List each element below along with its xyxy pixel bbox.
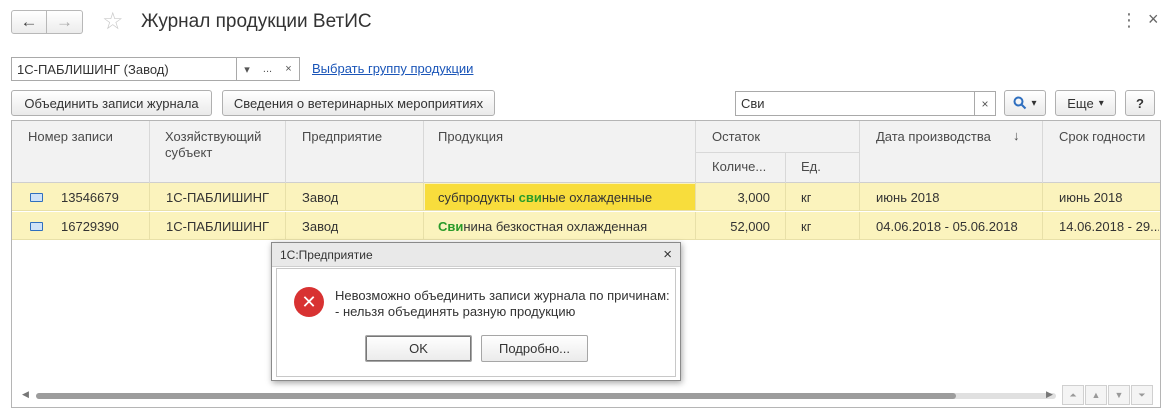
- first-page-icon[interactable]: ⏶: [1062, 385, 1084, 405]
- dialog-title: 1С:Предприятие: [280, 248, 373, 262]
- record-icon: [30, 193, 43, 202]
- forward-button[interactable]: →: [47, 10, 83, 34]
- details-button[interactable]: Подробно...: [481, 335, 588, 362]
- dialog-close-icon[interactable]: ×: [663, 246, 672, 263]
- product: Свинина безкостная охлажденная: [438, 219, 648, 234]
- column-product[interactable]: Продукция: [438, 129, 503, 145]
- unit: кг: [801, 219, 812, 234]
- organization-select-button[interactable]: ...: [257, 57, 279, 81]
- scroll-right-icon[interactable]: ▶: [1046, 389, 1053, 400]
- entity: 1С-ПАБЛИШИНГ: [166, 190, 270, 205]
- more-actions-icon[interactable]: ⋮: [1120, 10, 1139, 31]
- dialog-message: Невозможно объединить записи журнала по …: [335, 288, 670, 320]
- organization-field[interactable]: 1С-ПАБЛИШИНГ (Завод): [11, 57, 237, 81]
- vet-info-button[interactable]: Сведения о ветеринарных мероприятиях: [222, 90, 495, 116]
- expiry: 14.06.2018 - 29...: [1059, 219, 1159, 234]
- entity: 1С-ПАБЛИШИНГ: [166, 219, 270, 234]
- expiry: июнь 2018: [1059, 190, 1123, 205]
- dialog-title-bar: 1С:Предприятие ×: [272, 243, 680, 267]
- page-title: Журнал продукции ВетИС: [141, 11, 372, 32]
- column-enterprise[interactable]: Предприятие: [302, 129, 382, 145]
- close-form-icon[interactable]: ×: [1148, 9, 1159, 30]
- column-entity[interactable]: Хозяйствующий субъект: [165, 129, 275, 161]
- enterprise: Завод: [302, 190, 339, 205]
- help-button[interactable]: ?: [1125, 90, 1155, 116]
- enterprise: Завод: [302, 219, 339, 234]
- unit: кг: [801, 190, 812, 205]
- record-icon: [30, 222, 43, 231]
- organization-dropdown-icon[interactable]: ▾: [236, 57, 258, 81]
- next-page-icon[interactable]: ▼: [1108, 385, 1130, 405]
- table-row[interactable]: 13546679 1С-ПАБЛИШИНГ Завод субпродукты …: [12, 183, 1160, 211]
- search-icon: [1013, 96, 1027, 110]
- search-dropdown-icon: ▾: [1031, 97, 1037, 109]
- dialog-body: ✕ Невозможно объединить записи журнала п…: [276, 268, 676, 377]
- column-production-date[interactable]: Дата производства: [876, 129, 991, 145]
- more-button-label: Еще: [1067, 95, 1094, 111]
- ok-button[interactable]: OK: [365, 335, 472, 362]
- last-page-icon[interactable]: ⏷: [1131, 385, 1153, 405]
- merge-records-button[interactable]: Объединить записи журнала: [11, 90, 212, 116]
- favorite-star-icon[interactable]: ☆: [102, 8, 124, 36]
- sort-descending-icon: ↓: [1013, 128, 1020, 143]
- column-unit[interactable]: Ед.: [801, 159, 821, 175]
- product: субпродукты свиные охлажденные: [438, 190, 653, 205]
- production-date: июнь 2018: [876, 190, 940, 205]
- scrollbar-thumb[interactable]: [36, 393, 956, 399]
- search-match: Сви: [438, 219, 464, 234]
- search-button[interactable]: ▾: [1004, 90, 1046, 116]
- chevron-down-icon: ▾: [1098, 97, 1104, 109]
- dialog-message-line-2: - нельзя объединять разную продукцию: [335, 304, 576, 319]
- select-product-group-link[interactable]: Выбрать группу продукции: [312, 61, 473, 76]
- error-icon: ✕: [294, 287, 324, 317]
- column-quantity[interactable]: Количе...: [712, 159, 766, 175]
- quantity: 3,000: [737, 190, 770, 205]
- more-button[interactable]: Еще ▾: [1055, 90, 1116, 116]
- previous-page-icon[interactable]: ▲: [1085, 385, 1107, 405]
- table-row[interactable]: 16729390 1С-ПАБЛИШИНГ Завод Свинина безк…: [12, 212, 1160, 240]
- record-no: 13546679: [61, 190, 119, 205]
- error-dialog: 1С:Предприятие × ✕ Невозможно объединить…: [271, 242, 681, 381]
- column-balance[interactable]: Остаток: [712, 129, 760, 145]
- record-no: 16729390: [61, 219, 119, 234]
- dialog-message-line-1: Невозможно объединить записи журнала по …: [335, 288, 670, 303]
- production-date: 04.06.2018 - 05.06.2018: [876, 219, 1018, 234]
- search-clear-icon[interactable]: ×: [974, 91, 996, 116]
- search-input[interactable]: Сви: [735, 91, 975, 116]
- column-record-no[interactable]: Номер записи: [28, 129, 113, 145]
- column-expiry[interactable]: Срок годности: [1059, 129, 1145, 145]
- organization-clear-icon[interactable]: ×: [278, 57, 300, 81]
- quantity: 52,000: [730, 219, 770, 234]
- table-header: Номер записи Хозяйствующий субъект Предп…: [12, 121, 1160, 183]
- search-match: сви: [518, 190, 542, 205]
- scroll-left-icon[interactable]: ◀: [22, 389, 29, 400]
- back-button[interactable]: ←: [11, 10, 47, 34]
